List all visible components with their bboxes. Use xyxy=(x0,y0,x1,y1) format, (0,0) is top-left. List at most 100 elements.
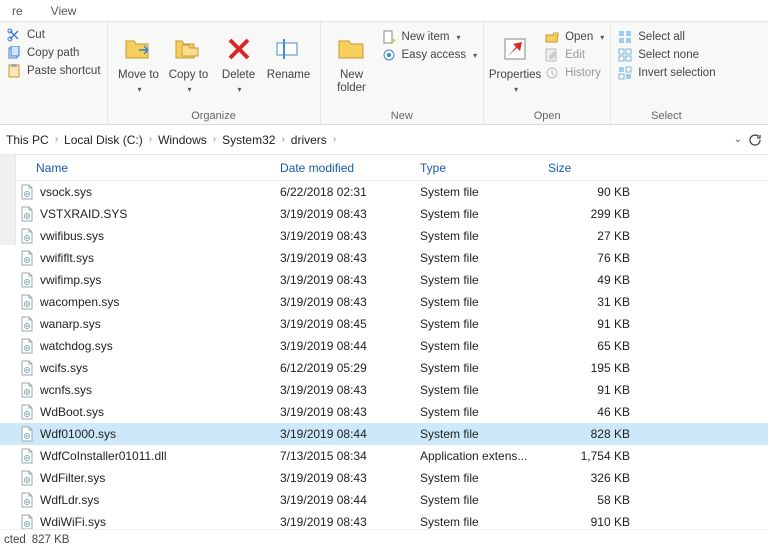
file-date: 3/19/2019 08:43 xyxy=(280,207,420,221)
col-type[interactable]: Type xyxy=(420,161,548,175)
file-date: 3/19/2019 08:45 xyxy=(280,317,420,331)
paste-shortcut-label: Paste shortcut xyxy=(27,65,101,77)
file-icon xyxy=(18,272,36,288)
file-date: 3/19/2019 08:43 xyxy=(280,471,420,485)
file-icon xyxy=(18,228,36,244)
file-name: WdBoot.sys xyxy=(40,405,280,419)
breadcrumb-segment[interactable]: System32 xyxy=(222,133,275,147)
file-row[interactable]: WdfLdr.sys3/19/2019 08:44System file58 K… xyxy=(0,489,768,511)
file-type: System file xyxy=(420,361,548,375)
new-item-button[interactable]: New item ▾ xyxy=(381,30,478,44)
easy-access-label: Easy access xyxy=(402,49,467,61)
file-date: 3/19/2019 08:43 xyxy=(280,229,420,243)
file-size: 49 KB xyxy=(548,273,630,287)
edit-button[interactable]: Edit xyxy=(544,48,604,62)
chevron-down-icon: ▾ xyxy=(473,51,477,60)
breadcrumb-segment[interactable]: This PC xyxy=(6,133,49,147)
invert-selection-label: Invert selection xyxy=(638,67,715,79)
copy-to-label: Copy to xyxy=(169,69,209,82)
group-new-title: New xyxy=(327,110,478,122)
file-icon xyxy=(18,470,36,486)
column-headers: Name Date modified Type Size xyxy=(0,155,768,181)
file-icon xyxy=(18,492,36,508)
file-name: wcifs.sys xyxy=(40,361,280,375)
chevron-down-icon: ▾ xyxy=(138,85,142,94)
new-folder-button[interactable]: New folder xyxy=(327,26,377,94)
move-to-icon xyxy=(122,32,156,66)
file-icon xyxy=(18,426,36,442)
properties-button[interactable]: Properties ▾ xyxy=(490,26,540,94)
file-row[interactable]: vwifimp.sys3/19/2019 08:43System file49 … xyxy=(0,269,768,291)
ribbon: Cut Copy path Paste shortcut xyxy=(0,22,768,125)
history-button[interactable]: History xyxy=(544,66,604,80)
properties-icon xyxy=(498,32,532,66)
file-row[interactable]: wcnfs.sys3/19/2019 08:43System file91 KB xyxy=(0,379,768,401)
file-row[interactable]: vwififlt.sys3/19/2019 08:43System file76… xyxy=(0,247,768,269)
move-to-button[interactable]: Move to ▾ xyxy=(114,26,164,94)
select-none-button[interactable]: Select none xyxy=(617,48,715,62)
delete-button[interactable]: Delete ▾ xyxy=(214,26,264,94)
file-date: 3/19/2019 08:43 xyxy=(280,295,420,309)
rename-button[interactable]: Rename xyxy=(264,26,314,82)
easy-access-button[interactable]: Easy access ▾ xyxy=(381,48,478,62)
file-row[interactable]: WdiWiFi.sys3/19/2019 08:43System file910… xyxy=(0,511,768,529)
file-date: 3/19/2019 08:44 xyxy=(280,493,420,507)
select-all-button[interactable]: Select all xyxy=(617,30,715,44)
col-date[interactable]: Date modified xyxy=(280,161,420,175)
paste-shortcut-button[interactable]: Paste shortcut xyxy=(6,64,101,78)
file-type: System file xyxy=(420,515,548,529)
tab-share[interactable]: re xyxy=(8,1,27,20)
chevron-down-icon: ▾ xyxy=(514,85,518,94)
file-type: System file xyxy=(420,295,548,309)
invert-selection-button[interactable]: Invert selection xyxy=(617,66,715,80)
status-selected: cted xyxy=(4,534,26,546)
cut-button[interactable]: Cut xyxy=(6,28,101,42)
file-row[interactable]: watchdog.sys3/19/2019 08:44System file65… xyxy=(0,335,768,357)
breadcrumb[interactable]: This PC›Local Disk (C:)›Windows›System32… xyxy=(6,133,734,147)
file-date: 3/19/2019 08:43 xyxy=(280,405,420,419)
open-button[interactable]: Open ▾ xyxy=(544,30,604,44)
file-size: 1,754 KB xyxy=(548,449,630,463)
copy-path-button[interactable]: Copy path xyxy=(6,46,101,60)
file-size: 46 KB xyxy=(548,405,630,419)
cut-label: Cut xyxy=(27,29,45,41)
file-size: 76 KB xyxy=(548,251,630,265)
paste-shortcut-icon xyxy=(6,64,22,78)
tab-view[interactable]: View xyxy=(47,1,81,20)
breadcrumb-segment[interactable]: Windows xyxy=(158,133,207,147)
file-icon xyxy=(18,514,36,529)
refresh-icon[interactable] xyxy=(748,133,762,147)
history-icon xyxy=(544,66,560,80)
chevron-right-icon: › xyxy=(333,134,336,145)
file-row[interactable]: wacompen.sys3/19/2019 08:43System file31… xyxy=(0,291,768,313)
invert-selection-icon xyxy=(617,66,633,80)
breadcrumb-segment[interactable]: Local Disk (C:) xyxy=(64,133,143,147)
file-size: 91 KB xyxy=(548,317,630,331)
col-size[interactable]: Size xyxy=(548,161,630,175)
copy-to-button[interactable]: Copy to ▾ xyxy=(164,26,214,94)
move-to-label: Move to xyxy=(118,69,159,82)
open-icon xyxy=(544,30,560,44)
group-organize-title: Organize xyxy=(114,110,314,122)
file-list[interactable]: vsock.sys6/22/2018 02:31System file90 KB… xyxy=(0,181,768,529)
file-row[interactable]: vwifibus.sys3/19/2019 08:43System file27… xyxy=(0,225,768,247)
file-row[interactable]: Wdf01000.sys3/19/2019 08:44System file82… xyxy=(0,423,768,445)
file-name: WdfLdr.sys xyxy=(40,493,280,507)
file-row[interactable]: WdFilter.sys3/19/2019 08:43System file32… xyxy=(0,467,768,489)
file-name: WdFilter.sys xyxy=(40,471,280,485)
file-row[interactable]: WdfCoInstaller01011.dll7/13/2015 08:34Ap… xyxy=(0,445,768,467)
status-size: 827 KB xyxy=(32,534,70,546)
file-name: Wdf01000.sys xyxy=(40,427,280,441)
file-type: System file xyxy=(420,471,548,485)
file-date: 3/19/2019 08:43 xyxy=(280,383,420,397)
file-row[interactable]: wanarp.sys3/19/2019 08:45System file91 K… xyxy=(0,313,768,335)
col-name[interactable]: Name xyxy=(18,161,280,175)
file-row[interactable]: wcifs.sys6/12/2019 05:29System file195 K… xyxy=(0,357,768,379)
file-row[interactable]: vsock.sys6/22/2018 02:31System file90 KB xyxy=(0,181,768,203)
file-row[interactable]: WdBoot.sys3/19/2019 08:43System file46 K… xyxy=(0,401,768,423)
breadcrumb-segment[interactable]: drivers xyxy=(291,133,327,147)
file-date: 6/22/2018 02:31 xyxy=(280,185,420,199)
chevron-right-icon: › xyxy=(281,134,284,145)
breadcrumb-dropdown-icon[interactable]: ⌄ xyxy=(734,134,742,145)
file-row[interactable]: VSTXRAID.SYS3/19/2019 08:43System file29… xyxy=(0,203,768,225)
